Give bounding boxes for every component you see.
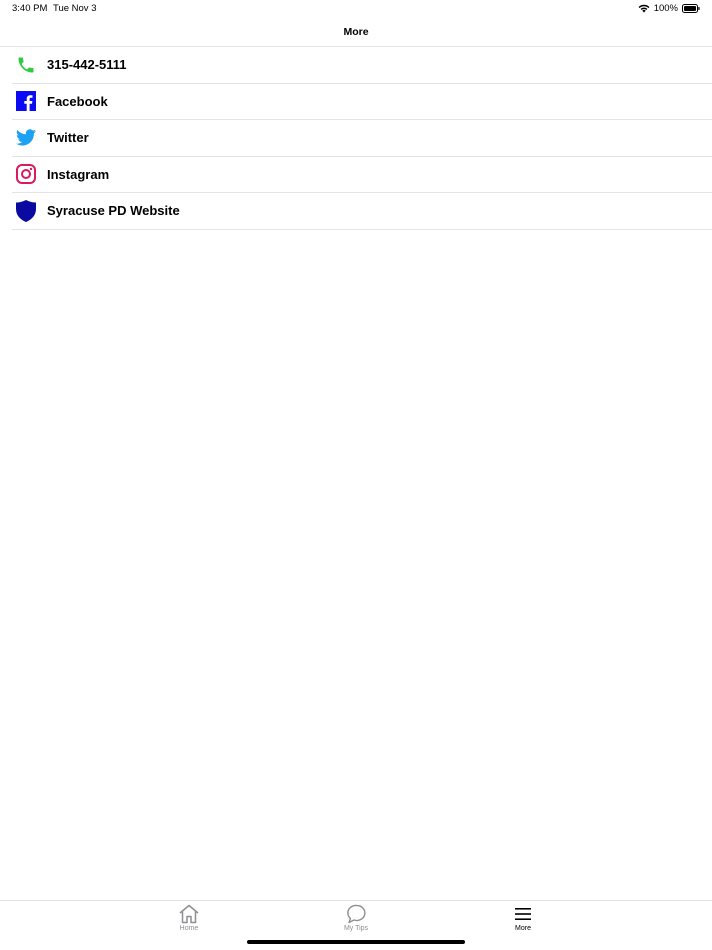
status-date: Tue Nov 3 (53, 3, 97, 14)
battery-icon (682, 4, 700, 13)
screen: 3:40 PM Tue Nov 3 100% More 315-442-5111… (0, 0, 712, 950)
tab-label: Home (179, 925, 199, 932)
menu-icon (483, 904, 563, 924)
tab-my-tips[interactable]: My Tips (316, 904, 396, 932)
more-list: 315-442-5111 Facebook Twitter Instagram … (12, 47, 712, 230)
list-item-website[interactable]: Syracuse PD Website (12, 193, 712, 230)
shield-icon (15, 199, 37, 222)
chat-bubble-icon (316, 904, 396, 924)
status-bar: 3:40 PM Tue Nov 3 100% (0, 0, 712, 18)
tab-label: My Tips (343, 925, 369, 932)
facebook-icon (15, 90, 37, 112)
status-time: 3:40 PM (12, 3, 48, 14)
list-item-label: Facebook (47, 93, 108, 109)
list-item-label: Syracuse PD Website (47, 203, 180, 219)
instagram-icon (15, 163, 37, 185)
list-item-label: 315-442-5111 (47, 57, 127, 73)
twitter-icon (15, 127, 37, 149)
tab-more[interactable]: More (483, 904, 563, 932)
tab-label: More (515, 925, 531, 932)
tab-home[interactable]: Home (149, 904, 229, 932)
list-item-twitter[interactable]: Twitter (12, 120, 712, 157)
list-item-facebook[interactable]: Facebook (12, 84, 712, 120)
status-right: 100% (638, 3, 700, 14)
list-item-instagram[interactable]: Instagram (12, 157, 712, 193)
list-item-label: Twitter (47, 130, 89, 146)
home-indicator[interactable] (247, 940, 465, 944)
battery-percent: 100% (653, 3, 678, 14)
nav-bar: More (0, 18, 712, 47)
list-item-label: Instagram (47, 166, 110, 182)
home-icon (149, 904, 229, 924)
wifi-icon (638, 4, 650, 13)
phone-icon (15, 54, 37, 76)
list-item-phone[interactable]: 315-442-5111 (12, 47, 712, 84)
page-title: More (343, 26, 369, 38)
